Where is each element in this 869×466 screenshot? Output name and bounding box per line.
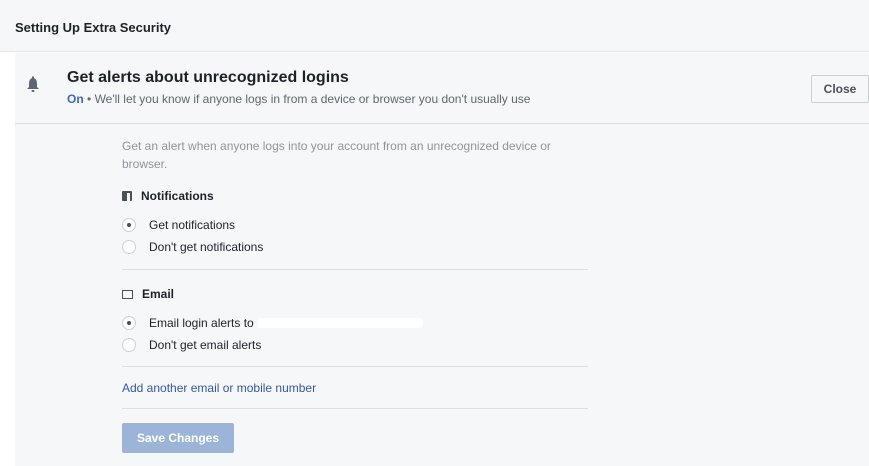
- divider: [122, 408, 588, 409]
- email-heading-label: Email: [142, 287, 175, 301]
- save-changes-button[interactable]: Save Changes: [122, 423, 234, 453]
- page-title: Setting Up Extra Security: [15, 20, 172, 35]
- login-alerts-section: Get alerts about unrecognized logins On …: [15, 53, 869, 466]
- facebook-icon: [122, 191, 132, 201]
- radio-button[interactable]: [122, 218, 136, 232]
- intro-text: Get an alert when anyone logs into your …: [122, 139, 551, 171]
- alert-subtitle: On • We'll let you know if anyone logs i…: [67, 92, 530, 106]
- radio-button[interactable]: [122, 338, 136, 352]
- radio-button[interactable]: [122, 240, 136, 254]
- separator-dot: •: [87, 92, 92, 106]
- radio-label: Email login alerts to: [149, 316, 254, 330]
- divider: [122, 269, 588, 270]
- settings-header: Setting Up Extra Security: [0, 0, 869, 52]
- close-button[interactable]: Close: [811, 75, 869, 103]
- alert-title: Get alerts about unrecognized logins: [67, 69, 349, 86]
- radio-no-notifications[interactable]: Don't get notifications: [122, 237, 263, 257]
- alert-header: Get alerts about unrecognized logins On …: [15, 53, 869, 124]
- email-heading: Email: [122, 286, 174, 302]
- notifications-heading: Notifications: [122, 188, 214, 204]
- envelope-icon: [122, 289, 133, 299]
- notifications-heading-label: Notifications: [141, 189, 214, 203]
- redacted-email: [257, 318, 423, 328]
- add-contact-link[interactable]: Add another email or mobile number: [122, 381, 316, 395]
- radio-no-email-alerts[interactable]: Don't get email alerts: [122, 335, 261, 355]
- radio-label: Don't get email alerts: [149, 338, 262, 352]
- radio-label: Don't get notifications: [149, 240, 264, 254]
- radio-get-notifications[interactable]: Get notifications: [122, 215, 235, 235]
- radio-email-alerts[interactable]: Email login alerts to: [122, 313, 423, 333]
- status-on: On: [67, 92, 84, 106]
- radio-button[interactable]: [122, 316, 136, 330]
- radio-label: Get notifications: [149, 218, 236, 232]
- divider: [122, 366, 588, 367]
- alert-description: We'll let you know if anyone logs in fro…: [94, 92, 531, 106]
- bell-icon: [27, 76, 39, 92]
